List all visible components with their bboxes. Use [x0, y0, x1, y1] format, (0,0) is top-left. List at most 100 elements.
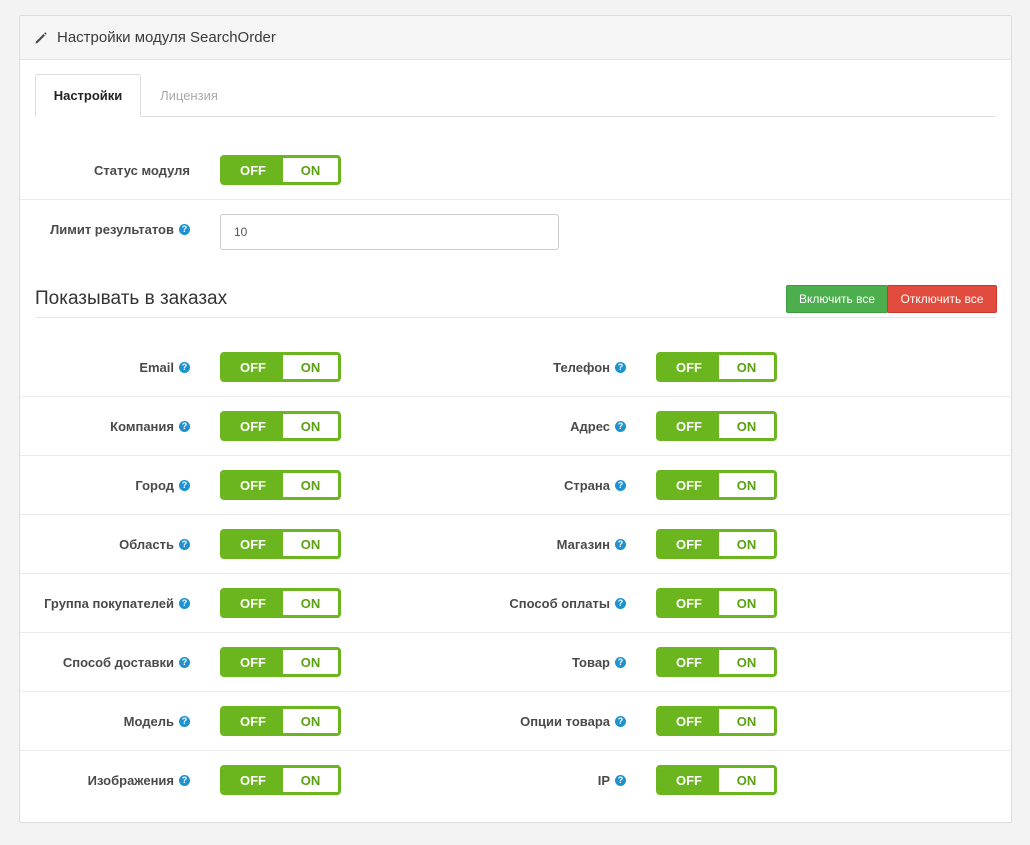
field-label-text: Магазин [556, 537, 610, 552]
field-label-left: Email? [139, 338, 190, 397]
field-row: Область? OFF ON Магазин? OFF ON [20, 515, 1011, 574]
field-row: Компания? OFF ON Адрес? OFF ON [20, 397, 1011, 456]
toggle-off: OFF [223, 768, 283, 792]
panel-title: Настройки модуля SearchOrder [57, 29, 276, 46]
field-toggle-right[interactable]: OFF ON [656, 470, 777, 500]
help-icon[interactable]: ? [615, 539, 626, 550]
toggle-off: OFF [223, 532, 283, 556]
help-icon[interactable]: ? [615, 421, 626, 432]
field-toggle-left[interactable]: OFF ON [220, 411, 341, 441]
toggle-on: ON [283, 158, 338, 182]
field-label-text: Опции товара [520, 714, 610, 729]
field-row: Email? OFF ON Телефон? OFF ON [20, 338, 1011, 397]
field-label-text: Email [139, 360, 174, 375]
toggle-off: OFF [223, 355, 283, 379]
help-icon[interactable]: ? [179, 775, 190, 786]
toggle-on: ON [283, 650, 338, 674]
toggle-off: OFF [659, 709, 719, 733]
field-label-text: Модель [123, 714, 174, 729]
toggle-on: ON [719, 473, 774, 497]
limit-input[interactable] [220, 214, 559, 250]
disable-all-button[interactable]: Отключить все [887, 285, 997, 313]
field-toggle-right[interactable]: OFF ON [656, 765, 777, 795]
tab-settings[interactable]: Настройки [35, 74, 141, 117]
field-toggle-right[interactable]: OFF ON [656, 352, 777, 382]
toggle-on: ON [283, 768, 338, 792]
toggle-on: ON [283, 591, 338, 615]
toggle-off: OFF [659, 650, 719, 674]
toggle-off: OFF [223, 473, 283, 497]
toggle-on: ON [719, 591, 774, 615]
status-row: Статус модуля OFF ON [20, 141, 1011, 200]
help-icon[interactable]: ? [179, 657, 190, 668]
field-toggle-left[interactable]: OFF ON [220, 765, 341, 795]
section-divider [35, 317, 996, 318]
field-toggle-right[interactable]: OFF ON [656, 411, 777, 441]
field-label-right: Товар? [572, 633, 626, 692]
field-label-left: Модель? [124, 692, 190, 751]
field-label-text: Страна [563, 478, 610, 493]
field-row: Способ доставки? OFF ON Товар? OFF ON [20, 633, 1011, 692]
field-label-text: Способ доставки [62, 655, 174, 670]
help-icon[interactable]: ? [615, 716, 626, 727]
help-icon[interactable]: ? [615, 362, 626, 373]
toggle-off: OFF [223, 158, 283, 182]
field-label-right: Телефон? [553, 338, 626, 397]
field-label-text: Товар [571, 655, 610, 670]
limit-label: Лимит результатов ? [50, 200, 190, 259]
field-toggle-left[interactable]: OFF ON [220, 529, 341, 559]
field-toggle-right[interactable]: OFF ON [656, 529, 777, 559]
toggle-on: ON [719, 709, 774, 733]
status-label: Статус модуля [94, 163, 190, 178]
toggle-on: ON [719, 414, 774, 438]
toggle-off: OFF [659, 473, 719, 497]
toggle-on: ON [283, 414, 338, 438]
field-toggle-right[interactable]: OFF ON [656, 588, 777, 618]
help-icon[interactable]: ? [179, 716, 190, 727]
field-row: Изображения? OFF ON IP? OFF ON [20, 751, 1011, 810]
toggle-off: OFF [659, 532, 719, 556]
status-toggle[interactable]: OFF ON [220, 155, 341, 185]
field-label-text: Изображения [87, 773, 174, 788]
field-toggle-left[interactable]: OFF ON [220, 352, 341, 382]
field-label-left: Изображения? [88, 751, 190, 810]
toggle-off: OFF [659, 591, 719, 615]
field-label-left: Область? [119, 515, 190, 574]
help-icon[interactable]: ? [179, 598, 190, 609]
field-row: Модель? OFF ON Опции товара? OFF ON [20, 692, 1011, 751]
panel-heading: Настройки модуля SearchOrder [20, 16, 1011, 60]
help-icon[interactable]: ? [179, 362, 190, 373]
field-label-right: Опции товара? [520, 692, 626, 751]
field-toggle-right[interactable]: OFF ON [656, 647, 777, 677]
field-label-text: Область [119, 537, 174, 552]
field-toggle-left[interactable]: OFF ON [220, 470, 341, 500]
field-toggle-left[interactable]: OFF ON [220, 588, 341, 618]
help-icon[interactable]: ? [615, 657, 626, 668]
toggle-on: ON [719, 532, 774, 556]
help-icon[interactable]: ? [615, 598, 626, 609]
limit-row: Лимит результатов ? [20, 200, 1011, 259]
help-icon[interactable]: ? [179, 539, 190, 550]
enable-all-button[interactable]: Включить все [786, 285, 888, 313]
help-icon[interactable]: ? [615, 775, 626, 786]
field-toggle-right[interactable]: OFF ON [656, 706, 777, 736]
field-label-left: Город? [135, 456, 190, 515]
settings-panel: Настройки модуля SearchOrder Настройки Л… [19, 15, 1012, 823]
panel-body: Настройки Лицензия Статус модуля OFF ON … [20, 59, 1011, 822]
field-label-text: Телефон [553, 360, 610, 375]
toggle-off: OFF [659, 414, 719, 438]
field-label-right: IP? [598, 751, 626, 810]
field-toggle-left[interactable]: OFF ON [220, 647, 341, 677]
field-toggle-left[interactable]: OFF ON [220, 706, 341, 736]
help-icon[interactable]: ? [179, 421, 190, 432]
toggle-off: OFF [223, 591, 283, 615]
field-label-left: Компания? [110, 397, 190, 456]
tab-license[interactable]: Лицензия [141, 74, 237, 116]
toggle-off: OFF [223, 709, 283, 733]
help-icon[interactable]: ? [179, 224, 190, 235]
help-icon[interactable]: ? [615, 480, 626, 491]
help-icon[interactable]: ? [179, 480, 190, 491]
field-label-right: Способ оплаты? [509, 574, 626, 633]
section-title: Показывать в заказах [35, 288, 228, 309]
field-label-text: IP [597, 773, 610, 788]
